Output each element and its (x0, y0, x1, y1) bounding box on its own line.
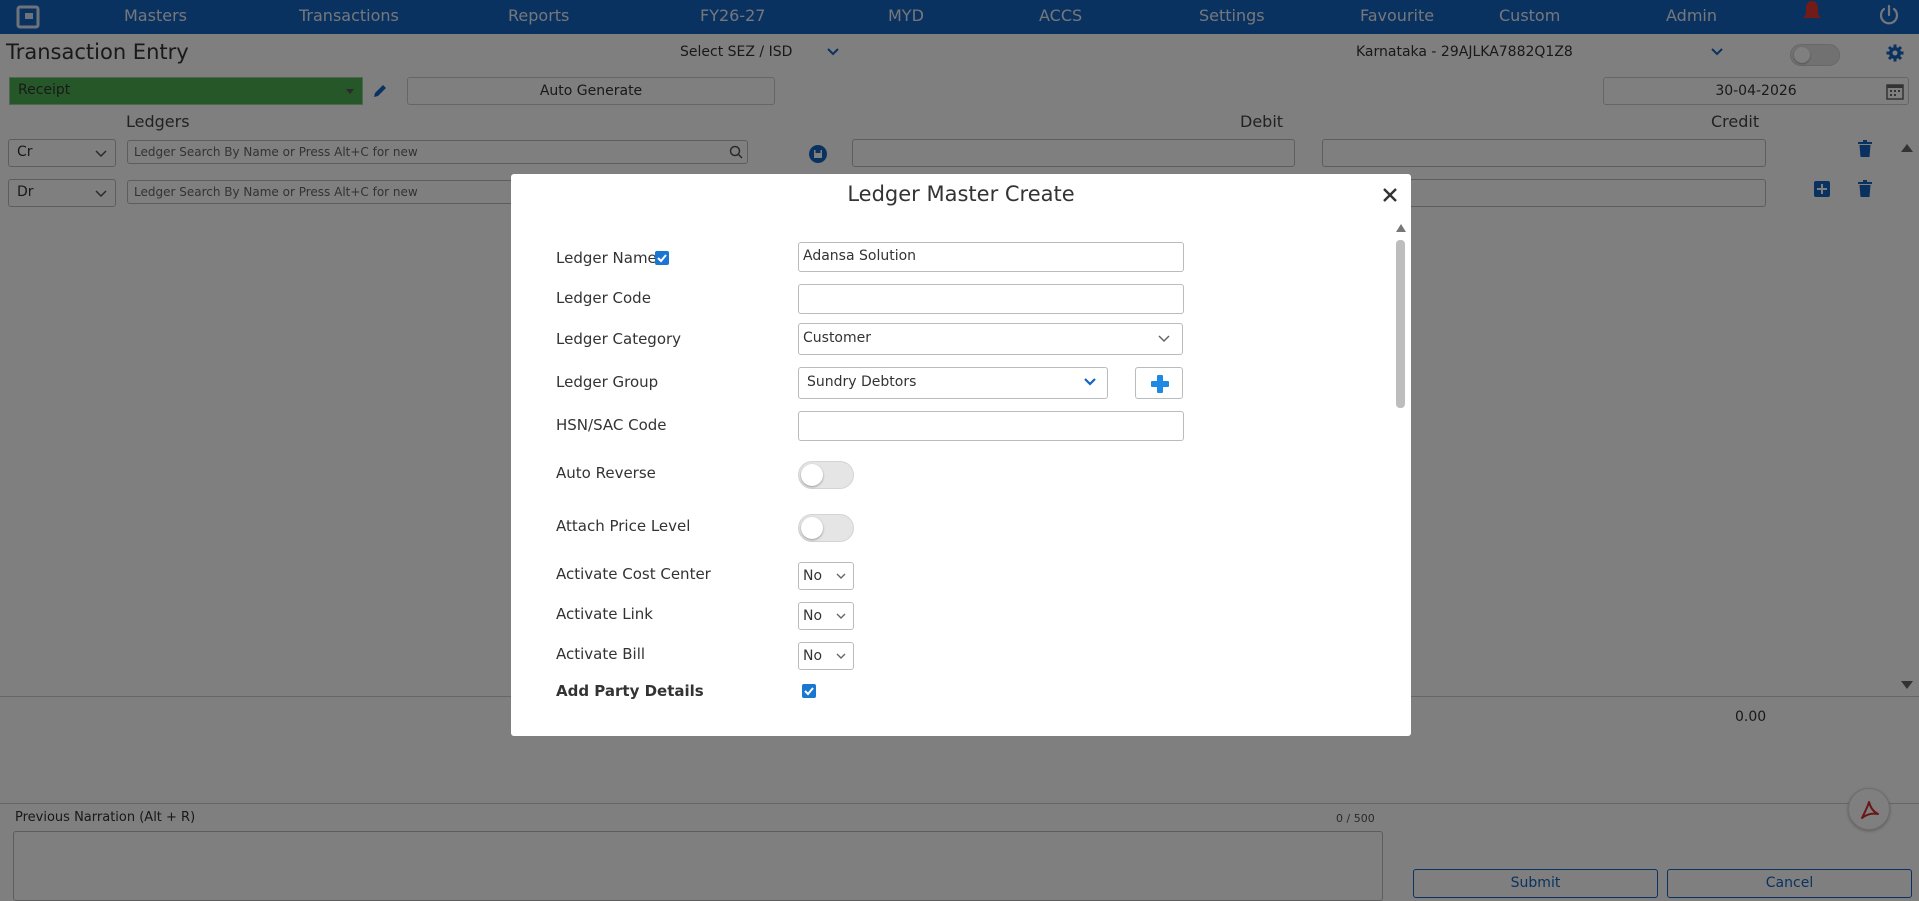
ledger-category-label: Ledger Category (556, 330, 682, 348)
check-icon (657, 254, 667, 263)
activate-link-select[interactable]: No (798, 602, 854, 630)
ledger-group-label: Ledger Group (556, 373, 659, 391)
chevron-down-icon (1084, 378, 1096, 386)
ledger-group-value: Sundry Debtors (807, 374, 917, 390)
activate-link-label: Activate Link (556, 605, 653, 623)
chevron-down-icon (836, 653, 846, 659)
ledger-master-modal: Ledger Master Create Ledger Name Adansa … (511, 174, 1411, 736)
plus-icon (1151, 375, 1169, 393)
scroll-up-icon[interactable] (1396, 224, 1406, 232)
cost-center-value: No (803, 568, 823, 584)
attach-price-level-toggle[interactable] (798, 514, 854, 542)
ledger-name-input[interactable]: Adansa Solution (798, 242, 1184, 272)
auto-reverse-toggle[interactable] (798, 461, 854, 489)
chevron-down-icon (836, 613, 846, 619)
ledger-code-label: Ledger Code (556, 289, 651, 307)
activate-bill-value: No (803, 648, 823, 664)
modal-title: Ledger Master Create (847, 182, 1075, 206)
hsn-sac-label: HSN/SAC Code (556, 416, 667, 434)
ledger-code-input[interactable] (798, 284, 1184, 314)
modal-scrollbar[interactable] (1395, 224, 1406, 724)
chevron-down-icon (836, 573, 846, 579)
add-party-details-label: Add Party Details (556, 682, 704, 700)
chevron-down-icon (1158, 335, 1170, 343)
ledger-name-checkbox[interactable] (655, 251, 669, 265)
activate-bill-label: Activate Bill (556, 645, 646, 663)
add-ledger-group-button[interactable] (1135, 367, 1183, 399)
activate-bill-select[interactable]: No (798, 642, 854, 670)
attach-price-level-label: Attach Price Level (556, 517, 691, 535)
ledger-group-select[interactable]: Sundry Debtors (798, 367, 1108, 399)
auto-reverse-label: Auto Reverse (556, 464, 656, 482)
cost-center-label: Activate Cost Center (556, 565, 711, 583)
toggle-knob (801, 464, 823, 486)
cost-center-select[interactable]: No (798, 562, 854, 590)
ledger-name-label: Ledger Name (556, 249, 657, 267)
ledger-category-value: Customer (803, 330, 872, 346)
ledger-category-select[interactable]: Customer (798, 323, 1183, 355)
scrollbar-thumb[interactable] (1396, 240, 1405, 408)
activate-link-value: No (803, 608, 823, 624)
close-icon[interactable] (1381, 186, 1399, 204)
add-party-details-checkbox[interactable] (802, 684, 816, 698)
check-icon (804, 687, 814, 696)
toggle-knob (801, 517, 823, 539)
hsn-sac-input[interactable] (798, 411, 1184, 441)
